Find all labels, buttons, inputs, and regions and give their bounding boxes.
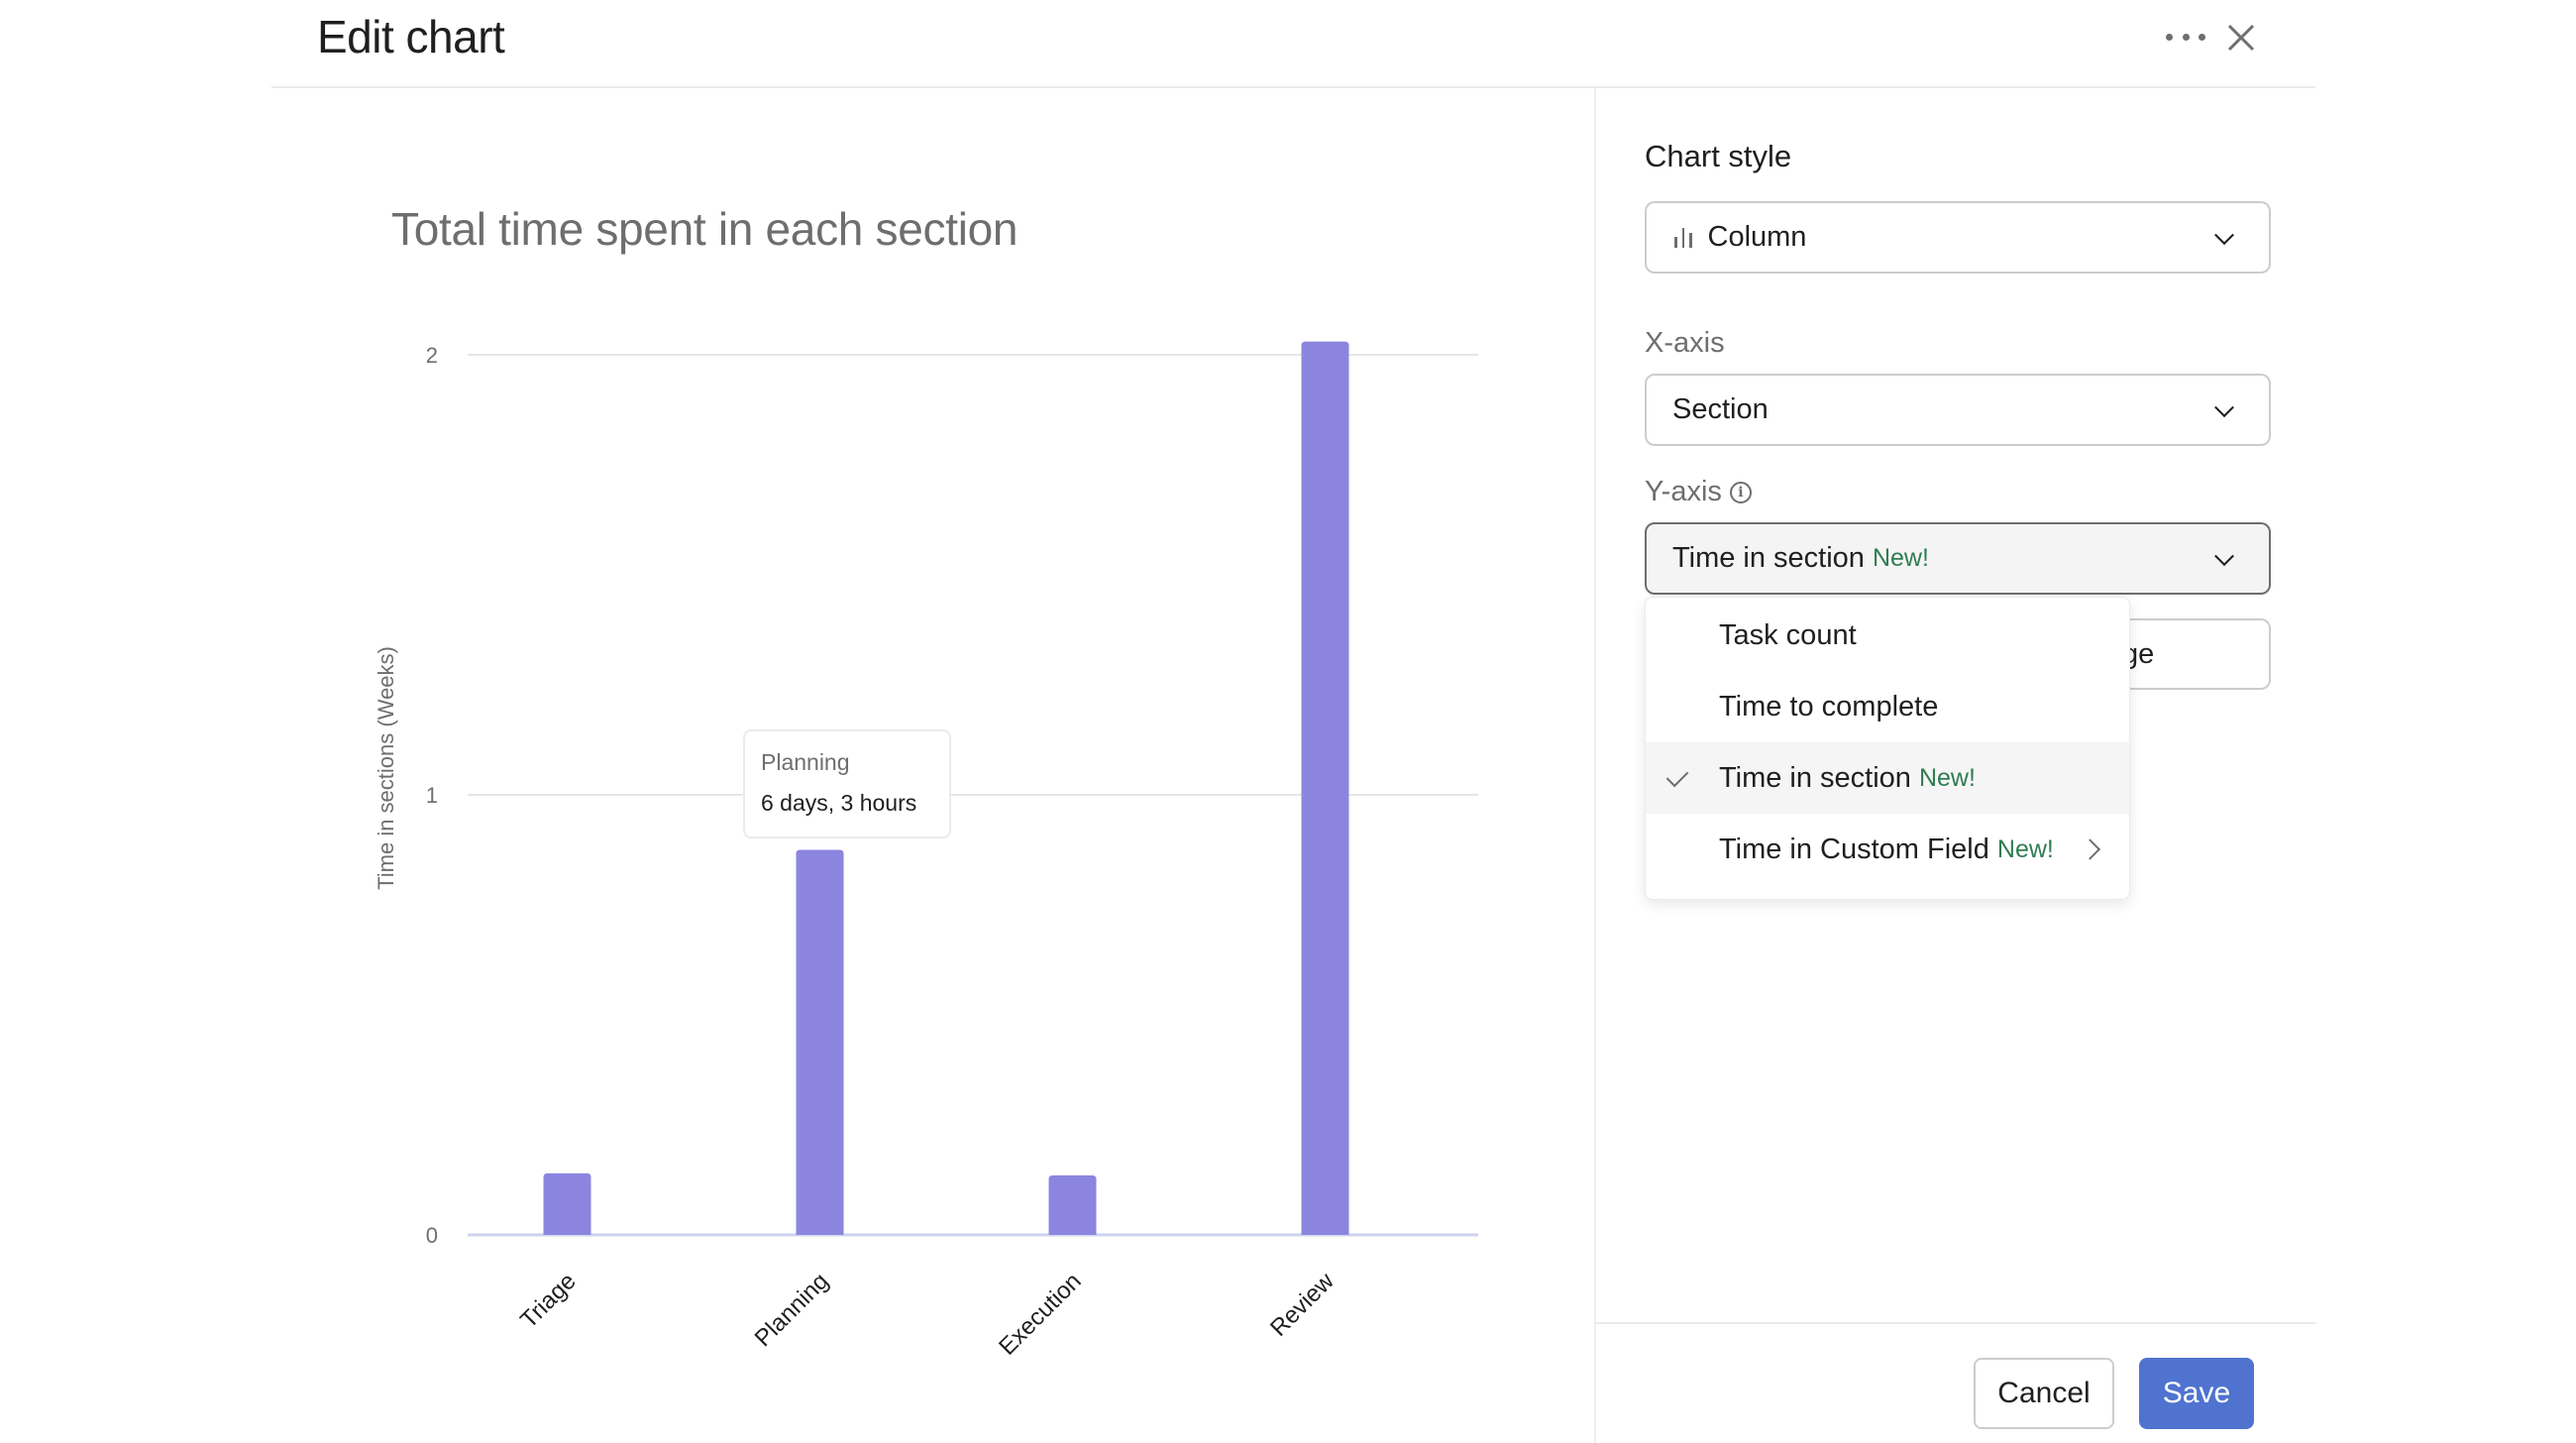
chevron-right-icon xyxy=(2079,838,2101,860)
chart-style-select[interactable]: Column xyxy=(1645,201,2271,274)
menu-item-time-to-complete[interactable]: Time to complete xyxy=(1646,671,2129,742)
column-chart: 0 1 2 Triage Planning Execution Review xyxy=(426,341,1478,1361)
column-chart-icon xyxy=(1674,227,1692,248)
info-icon[interactable]: i xyxy=(1729,481,1752,503)
menu-item-time-in-custom-field[interactable]: Time in Custom Field New! xyxy=(1646,814,2129,885)
y-axis-dropdown-menu: Task count Time to complete Time in sect… xyxy=(1645,597,2130,900)
menu-item-label: Time to complete xyxy=(1719,690,1939,722)
chevron-down-icon xyxy=(2214,545,2234,566)
check-icon xyxy=(1665,764,1689,788)
x-axis-select[interactable]: Section xyxy=(1645,374,2271,446)
y-axis-label-text: Y-axis xyxy=(1645,476,1722,507)
x-tick-label: Review xyxy=(1265,1268,1340,1342)
bar-planning[interactable] xyxy=(796,849,844,1236)
menu-item-task-count[interactable]: Task count xyxy=(1646,600,2129,671)
more-horizontal-icon xyxy=(2166,33,2173,41)
y-axis-field-label: Y-axis i xyxy=(1645,476,1752,508)
x-tick-label: Planning xyxy=(750,1268,834,1352)
more-horizontal-icon-dot xyxy=(2182,33,2190,41)
tooltip-value: 6 days, 3 hours xyxy=(761,790,917,816)
y-tick-label: 2 xyxy=(426,343,438,368)
new-badge: New! xyxy=(1918,763,1976,792)
new-badge: New! xyxy=(1872,544,1929,572)
close-icon xyxy=(2227,24,2255,52)
tooltip-category: Planning xyxy=(761,749,850,775)
y-tick-label: 1 xyxy=(426,783,438,808)
footer-divider xyxy=(1596,1322,2315,1324)
menu-item-time-in-section[interactable]: Time in section New! xyxy=(1646,742,2129,814)
menu-item-label: Task count xyxy=(1719,618,1857,651)
chevron-down-icon xyxy=(2214,396,2234,417)
bar-execution[interactable] xyxy=(1048,1175,1097,1235)
more-horizontal-icon-dot xyxy=(2199,33,2205,41)
x-tick-label: Triage xyxy=(515,1268,582,1334)
x-tick-label: Execution xyxy=(994,1268,1087,1361)
panel-divider xyxy=(1594,88,1596,1443)
save-button[interactable]: Save xyxy=(2139,1358,2254,1429)
y-tick-label: 0 xyxy=(426,1223,438,1248)
chevron-down-icon xyxy=(2214,224,2234,245)
more-options-button[interactable] xyxy=(2166,22,2205,52)
x-axis-value: Section xyxy=(1672,393,1769,425)
menu-item-label: Time in section xyxy=(1719,761,1911,794)
x-axis-field-label: X-axis xyxy=(1645,327,1725,359)
y-axis-select[interactable]: Time in section New! xyxy=(1645,522,2271,595)
menu-item-label: Time in Custom Field xyxy=(1719,832,1989,865)
chart-style-label: Chart style xyxy=(1645,139,1792,173)
new-badge: New! xyxy=(1996,834,2054,863)
y-axis-value: Time in section xyxy=(1672,542,1865,574)
close-button[interactable] xyxy=(2223,20,2259,56)
bar-review[interactable] xyxy=(1301,341,1349,1235)
cancel-button[interactable]: Cancel xyxy=(1974,1358,2114,1429)
bar-triage[interactable] xyxy=(543,1172,591,1235)
chart-tooltip: Planning 6 days, 3 hours xyxy=(743,729,951,838)
chart-style-value: Column xyxy=(1707,221,1807,253)
